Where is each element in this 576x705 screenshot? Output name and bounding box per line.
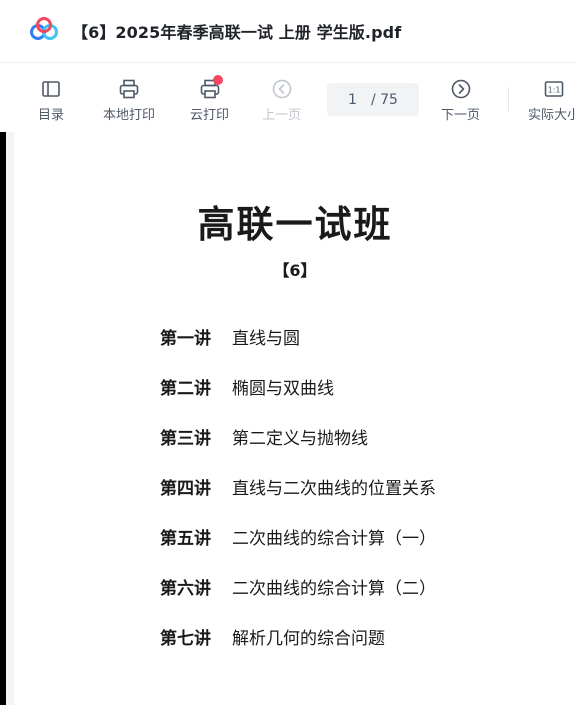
viewer-left-edge [0, 132, 6, 705]
toc-entry-number: 第六讲 [160, 579, 211, 599]
local-print-button[interactable]: 本地打印 [103, 77, 155, 123]
page-indicator[interactable]: 1 / 75 [327, 83, 419, 116]
toc-button-label: 目录 [38, 108, 65, 123]
next-page-button-label: 下一页 [441, 108, 481, 123]
toc-entry: 第三讲 第二定义与抛物线 [160, 424, 436, 474]
toc-entry-text: 椭圆与双曲线 [232, 379, 334, 399]
actual-size-button-label: 实际大小 [528, 108, 576, 123]
toc-entry-number: 第三讲 [160, 429, 211, 449]
prev-page-button[interactable]: 上一页 [262, 77, 301, 123]
toolbar-divider [508, 87, 509, 111]
toc-entry-number: 第一讲 [160, 329, 211, 349]
local-print-button-label: 本地打印 [103, 108, 156, 123]
page-title: 高联一试班 [197, 202, 393, 246]
toc-entry: 第四讲 直线与二次曲线的位置关系 [160, 474, 436, 524]
toc-entry-number: 第五讲 [160, 529, 211, 549]
toc-button[interactable]: 目录 [38, 77, 64, 123]
title-bar: 【6】2025年春季高联一试 上册 学生版.pdf [0, 0, 576, 62]
toc-entry: 第一讲 直线与圆 [160, 324, 436, 374]
actual-size-icon: 1:1 [544, 81, 564, 97]
table-of-contents: 第一讲 直线与圆 第二讲 椭圆与双曲线 第三讲 第二定义与抛物线 第四讲 直线与… [160, 324, 436, 674]
chevron-left-circle-icon [272, 79, 291, 99]
page-total: / 75 [370, 91, 398, 108]
toc-entry-text: 第二定义与抛物线 [232, 429, 368, 449]
toc-entry-text: 解析几何的综合问题 [232, 629, 385, 649]
toc-entry-number: 第四讲 [160, 479, 211, 499]
toc-entry-number: 第七讲 [160, 629, 211, 649]
toc-entry-text: 二次曲线的综合计算（一） [232, 529, 436, 549]
toc-entry: 第六讲 二次曲线的综合计算（二） [160, 574, 436, 624]
toc-entry-text: 二次曲线的综合计算（二） [232, 579, 436, 599]
notification-dot [213, 75, 223, 85]
prev-page-button-label: 上一页 [262, 108, 302, 123]
pdf-page: 高联一试班 【6】 第一讲 直线与圆 第二讲 椭圆与双曲线 第三讲 第二定义与抛… [14, 132, 576, 705]
svg-text:1:1: 1:1 [548, 86, 561, 95]
document-title: 【6】2025年春季高联一试 上册 学生版.pdf [72, 23, 402, 42]
app-window: 【6】2025年春季高联一试 上册 学生版.pdf 目录 本地打印 云打印 上一… [0, 0, 576, 705]
actual-size-button[interactable]: 1:1 实际大小 [528, 77, 576, 123]
toc-icon [42, 81, 60, 97]
toc-entry: 第二讲 椭圆与双曲线 [160, 374, 436, 424]
app-logo-icon [30, 17, 58, 40]
document-viewer[interactable]: 高联一试班 【6】 第一讲 直线与圆 第二讲 椭圆与双曲线 第三讲 第二定义与抛… [0, 132, 576, 705]
cloud-print-button-label: 云打印 [190, 108, 230, 123]
next-page-button[interactable]: 下一页 [441, 77, 480, 123]
chevron-right-circle-icon [451, 79, 470, 99]
toc-entry: 第五讲 二次曲线的综合计算（一） [160, 524, 436, 574]
toc-entry-text: 直线与圆 [232, 329, 300, 349]
toc-entry: 第七讲 解析几何的综合问题 [160, 624, 436, 674]
printer-icon [119, 79, 139, 99]
toc-entry-number: 第二讲 [160, 379, 211, 399]
page-subtitle: 【6】 [273, 261, 317, 280]
page-current-input[interactable]: 1 [348, 92, 357, 108]
toc-entry-text: 直线与二次曲线的位置关系 [232, 479, 436, 499]
toolbar: 目录 本地打印 云打印 上一页 1 / 75 下一页 1:1 实际大小 [0, 62, 576, 133]
cloud-print-button[interactable]: 云打印 [190, 75, 230, 123]
